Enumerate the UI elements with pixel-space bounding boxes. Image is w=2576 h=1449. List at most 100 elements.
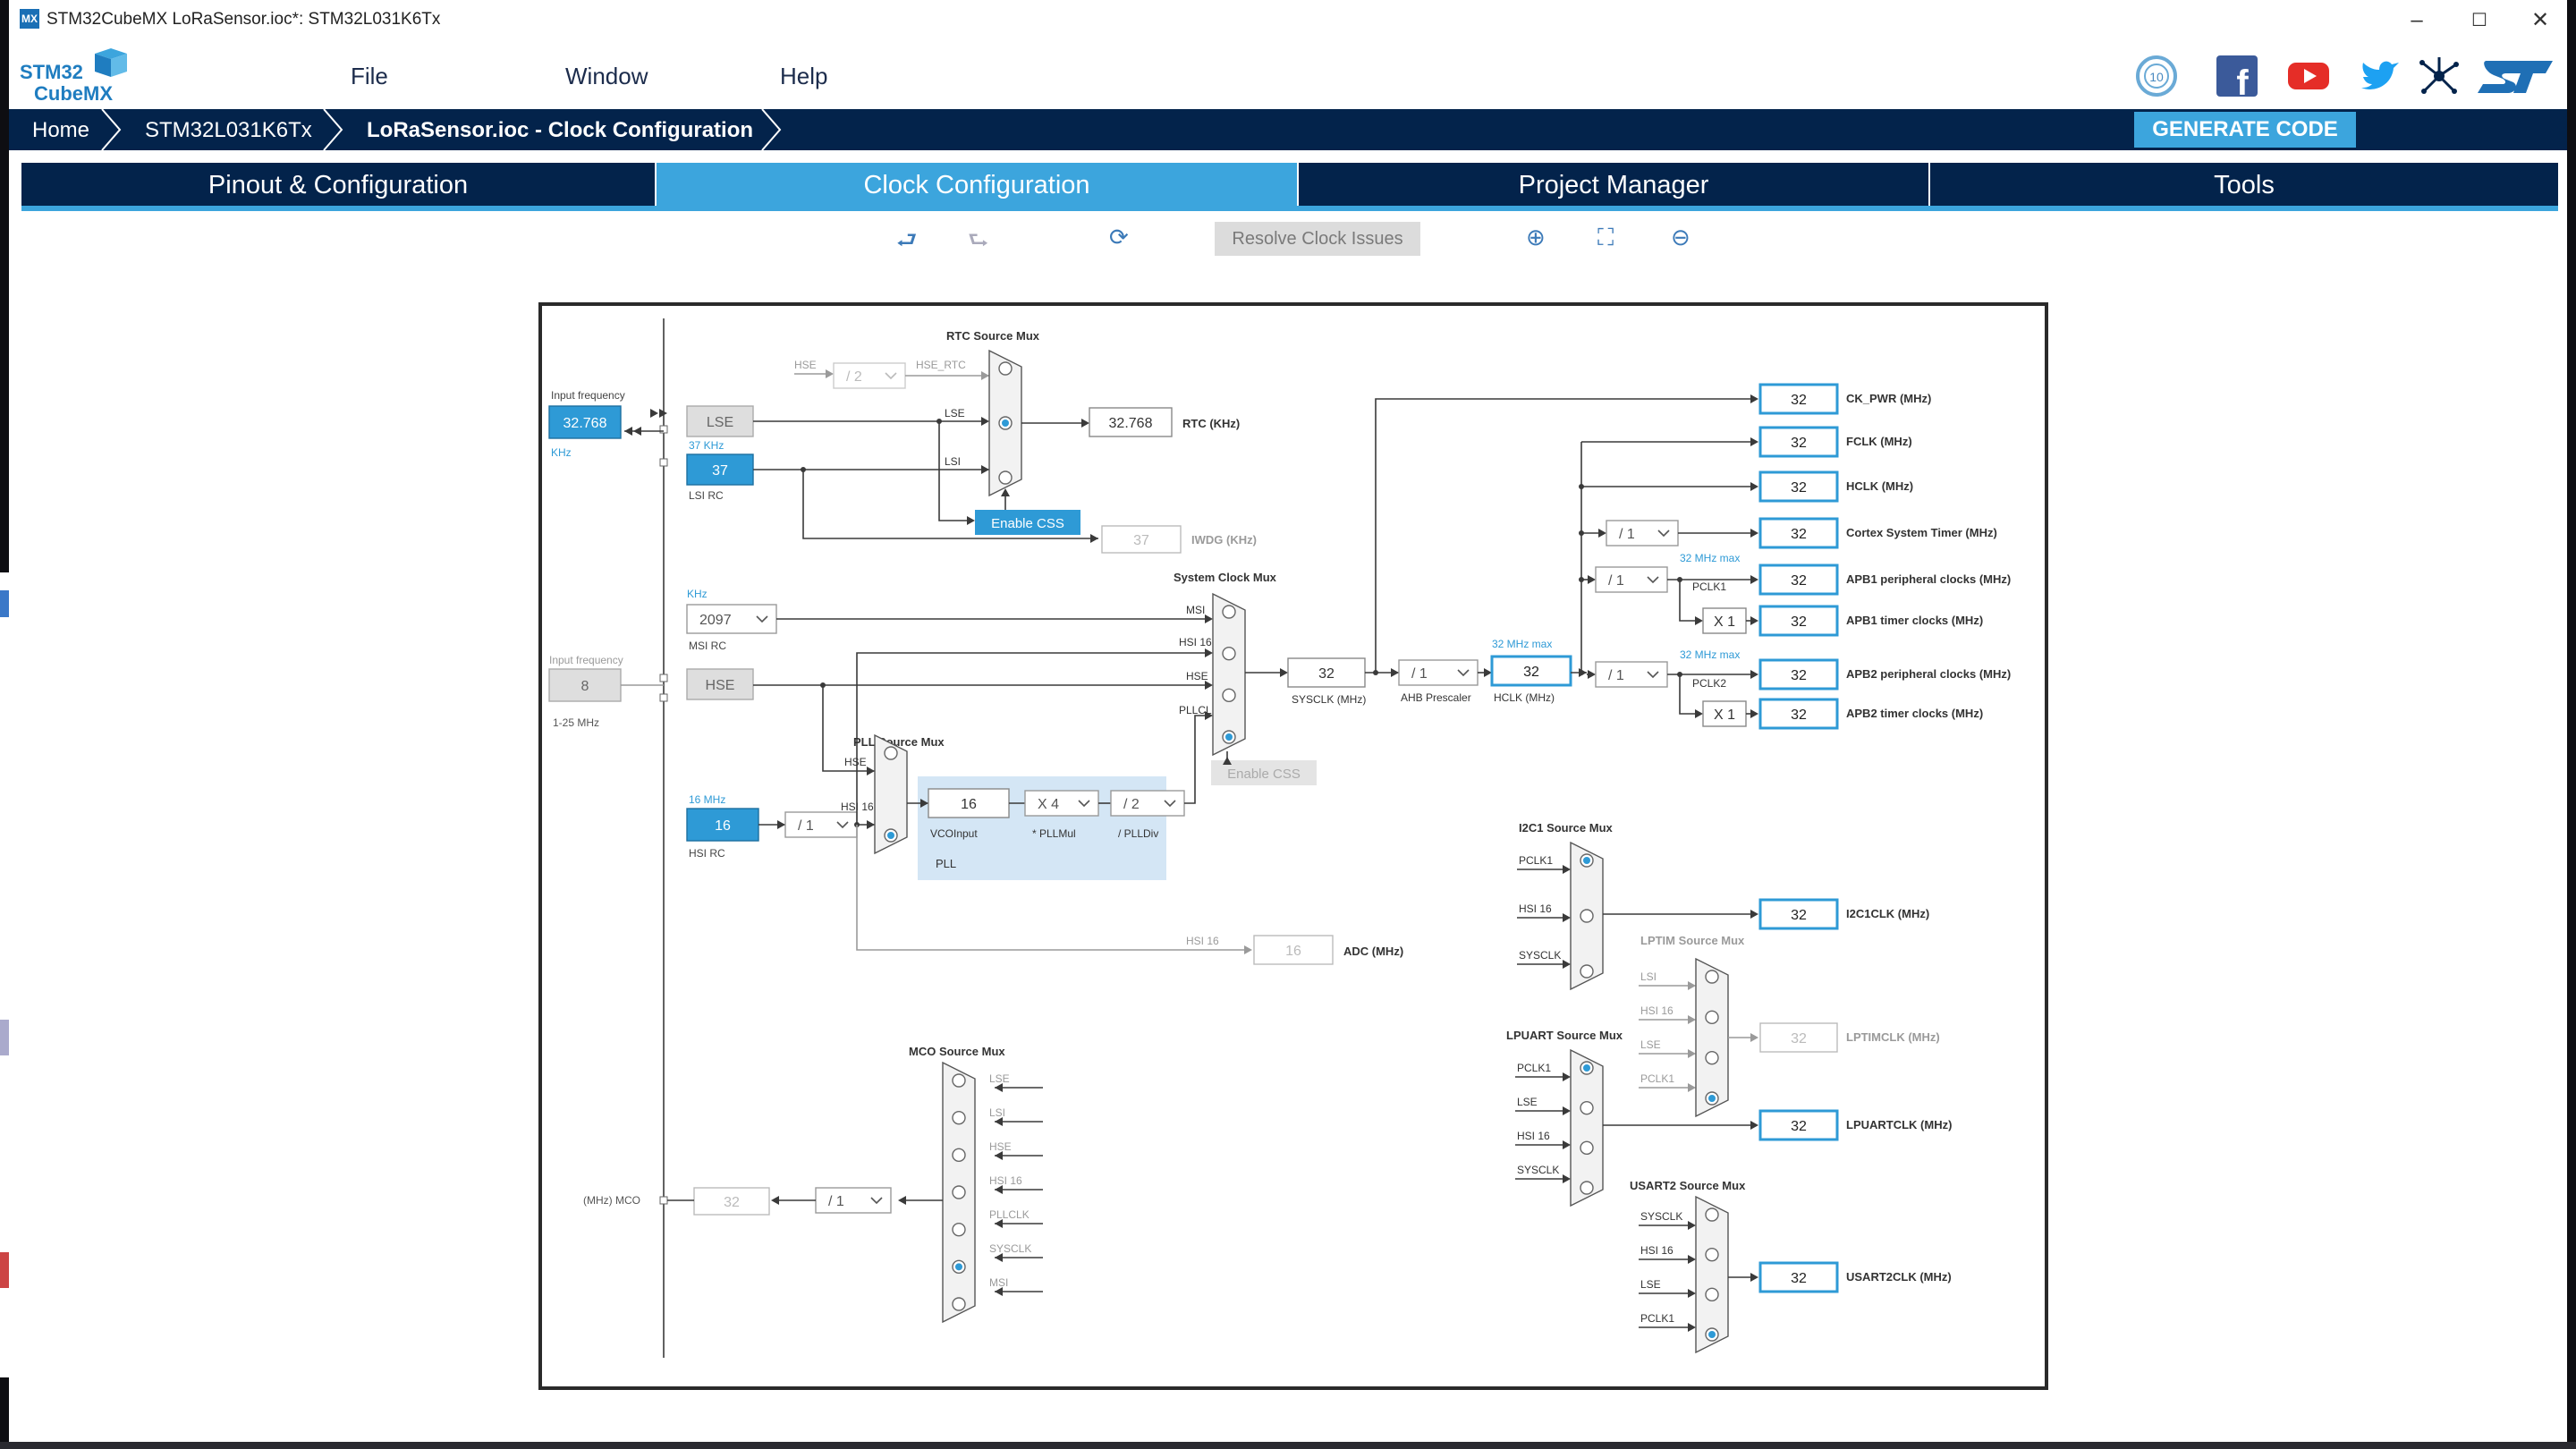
twitter-icon[interactable] <box>2358 54 2402 98</box>
anniversary-badge-icon[interactable]: 10 <box>2134 54 2179 98</box>
redo-icon[interactable]: ⮑ <box>968 224 988 263</box>
i2c1-source-mux-radio-2[interactable] <box>1580 964 1594 979</box>
mco-source-mux-radio-1[interactable] <box>952 1110 966 1125</box>
arrow-head <box>898 1196 906 1205</box>
lsi-value-box-text: 37 <box>712 463 728 479</box>
pll-mux-title: PLL Source Mux <box>853 735 945 749</box>
arrow-head <box>1205 648 1213 657</box>
usart2-label: USART2CLK (MHz) <box>1846 1270 1952 1284</box>
breadcrumb-project[interactable]: LoRaSensor.ioc - Clock Configuration <box>367 118 753 143</box>
zoom-out-icon[interactable]: ⊖ <box>1671 224 1690 251</box>
tab-pinout[interactable]: Pinout & Configuration <box>21 163 655 208</box>
mco-source-mux-radio-0[interactable] <box>952 1073 966 1088</box>
zoom-in-icon[interactable]: ⊕ <box>1526 224 1546 251</box>
sysclk-box-text: 32 <box>1318 666 1335 682</box>
arrow-head <box>1750 437 1758 446</box>
menu-window[interactable]: Window <box>565 63 648 90</box>
rtc-source-mux-radio-0[interactable] <box>998 361 1013 376</box>
mco-source-mux-radio-3[interactable] <box>952 1185 966 1199</box>
generate-code-button[interactable]: GENERATE CODE <box>2134 112 2356 148</box>
enable-css-lse-text: Enable CSS <box>991 516 1064 531</box>
rtc-lse-label: LSE <box>945 407 965 419</box>
lpuart-source-mux-radio-2[interactable] <box>1580 1140 1594 1156</box>
arrow-head <box>1750 575 1758 584</box>
i2c1-source-mux-radio-1[interactable] <box>1580 909 1594 923</box>
system-clock-mux-radio-0[interactable] <box>1222 605 1236 619</box>
enable-css-hse-text: Enable CSS <box>1227 767 1301 782</box>
pin-marker <box>659 674 668 682</box>
output-label-3: Cortex System Timer (MHz) <box>1846 526 1997 539</box>
mco-source-mux-radio-4[interactable] <box>952 1222 966 1237</box>
close-icon[interactable]: ✕ <box>2513 5 2567 36</box>
menu-help[interactable]: Help <box>780 63 827 90</box>
arrow-head <box>826 369 834 378</box>
arrow-head <box>1588 670 1596 679</box>
output-box-3-text: 32 <box>1791 527 1807 542</box>
system-clock-mux-radio-2[interactable] <box>1222 688 1236 703</box>
lpuart-output-box-text: 32 <box>1791 1119 1807 1134</box>
usart2-source-mux-radio-1[interactable] <box>1705 1247 1719 1262</box>
lptim-source-mux-radio-2[interactable] <box>1705 1050 1719 1065</box>
community-network-icon[interactable] <box>2417 54 2462 98</box>
youtube-icon[interactable] <box>2286 54 2331 98</box>
rtc-source-mux-radio-selected <box>1002 419 1009 427</box>
background-window-edge <box>0 572 9 1377</box>
arrow-head <box>981 417 989 426</box>
lpuart-source-mux-radio-1[interactable] <box>1580 1100 1594 1115</box>
minimize-icon[interactable]: – <box>2390 5 2444 36</box>
svg-text:f: f <box>2236 64 2249 98</box>
undo-icon[interactable]: ⮐ <box>896 224 917 263</box>
lptim-input-2: LSE <box>1640 1038 1661 1051</box>
hse-osc-box-text: HSE <box>706 678 735 693</box>
pll-source-mux-radio-0[interactable] <box>884 746 898 760</box>
arrow-head <box>981 371 989 380</box>
usart2-input-3: PCLK1 <box>1640 1312 1674 1325</box>
usart2-mux-title: USART2 Source Mux <box>1630 1179 1746 1192</box>
lpuart-mux-title: LPUART Source Mux <box>1506 1029 1623 1042</box>
maximize-icon[interactable]: ☐ <box>2453 5 2506 36</box>
apb2-timer-multiplier-text: X 1 <box>1714 708 1735 723</box>
stm32cubemx-logo: STM32 CubeMX <box>20 48 127 104</box>
lptim-source-mux-radio-1[interactable] <box>1705 1010 1719 1025</box>
taskbar-edge <box>0 1442 2576 1449</box>
system-clock-mux-radio-selected <box>1225 733 1233 741</box>
rtc-lsi-label: LSI <box>945 455 961 468</box>
mco-source-mux-radio-6[interactable] <box>952 1297 966 1311</box>
rtc-hse-label: HSE <box>794 359 817 371</box>
lpuart-input-2: HSI 16 <box>1517 1130 1550 1142</box>
rtc-source-mux-radio-2[interactable] <box>998 470 1013 485</box>
usart2-input-2: LSE <box>1640 1278 1661 1291</box>
arrow-head <box>1750 1033 1758 1042</box>
tab-tools[interactable]: Tools <box>1930 163 2558 208</box>
lpuart-source-mux-radio-3[interactable] <box>1580 1181 1594 1195</box>
refresh-icon[interactable]: ⟳ <box>1109 224 1129 251</box>
breadcrumb-mcu[interactable]: STM32L031K6Tx <box>145 118 312 143</box>
pclk2-label: PCLK2 <box>1692 677 1726 690</box>
st-logo[interactable] <box>2474 54 2555 98</box>
iwdg-label: IWDG (KHz) <box>1191 533 1257 547</box>
hclk-box-text: 32 <box>1523 665 1539 680</box>
usart2-source-mux-radio-0[interactable] <box>1705 1208 1719 1222</box>
mco-input-5: SYSCLK <box>989 1242 1031 1255</box>
mco-input-4: PLLCLK <box>989 1208 1030 1221</box>
resolve-clock-issues-button[interactable]: Resolve Clock Issues <box>1215 222 1420 256</box>
arrow-head <box>1688 1255 1696 1264</box>
lptim-input-3: PCLK1 <box>1640 1072 1674 1085</box>
facebook-icon[interactable]: f <box>2215 54 2259 98</box>
lse-input-frequency-label: Input frequency <box>551 389 625 402</box>
tab-project-manager[interactable]: Project Manager <box>1299 163 1928 208</box>
menu-file[interactable]: File <box>351 63 388 90</box>
mco-prescaler-combo-text: / 1 <box>828 1194 844 1209</box>
fit-icon[interactable]: ⛶ <box>1597 224 1614 252</box>
mco-source-mux-radio-2[interactable] <box>952 1148 966 1163</box>
app-window: MX STM32CubeMX LoRaSensor.ioc*: STM32L03… <box>9 0 2567 1442</box>
lsi-frequency-label: 37 KHz <box>689 439 724 452</box>
i2c1-mux-title: I2C1 Source Mux <box>1519 821 1614 835</box>
lse-input-field-text: 32.768 <box>564 416 607 431</box>
tab-clock-configuration[interactable]: Clock Configuration <box>657 163 1297 208</box>
breadcrumb-home[interactable]: Home <box>32 118 89 143</box>
lptim-source-mux-radio-0[interactable] <box>1705 970 1719 984</box>
lptim-input-0: LSI <box>1640 970 1657 983</box>
usart2-source-mux-radio-2[interactable] <box>1705 1287 1719 1302</box>
system-clock-mux-radio-1[interactable] <box>1222 646 1236 661</box>
